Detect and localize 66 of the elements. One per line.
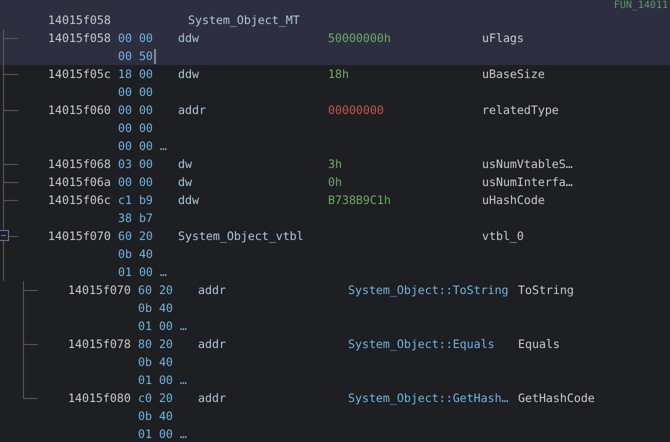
address: 14015f080 [68, 390, 131, 407]
byte-values: 0b 40 [138, 354, 173, 371]
byte-values: 00 00 [118, 120, 153, 137]
field-name: vtbl_0 [482, 228, 524, 245]
field-name: Equals [518, 336, 560, 353]
mnemonic: ddw [178, 192, 199, 209]
byte-values: 80 20 [138, 336, 173, 353]
mnemonic: addr [198, 390, 226, 407]
operand-value: B738B9C1h [328, 192, 391, 209]
field-name: uFlags [482, 30, 524, 47]
address: 14015f070 [48, 228, 111, 245]
byte-values: 00 00 [118, 174, 153, 191]
field-name: GetHashCode [518, 390, 595, 407]
field-name: relatedType [482, 102, 559, 119]
mnemonic: System_Object_vtbl [178, 228, 304, 245]
byte-values: 0b 40 [118, 246, 153, 263]
address: 14015f06a [48, 174, 111, 191]
address: 14015f058 [48, 12, 111, 29]
byte-values: 01 00 … [118, 264, 167, 281]
byte-values: c0 20 [138, 390, 173, 407]
operand-value: 18h [328, 66, 349, 83]
byte-values: 0b 40 [138, 408, 173, 425]
operand-value: 00000000 [328, 102, 384, 119]
byte-values: 00 00 … [118, 138, 167, 155]
byte-values: 0b 40 [138, 300, 173, 317]
mnemonic: dw [178, 174, 192, 191]
mnemonic: ddw [178, 30, 199, 47]
byte-values: 38 b7 [118, 210, 153, 227]
field-name: usNumInterfa… [482, 174, 573, 191]
address: 14015f068 [48, 156, 111, 173]
mnemonic: ddw [178, 66, 199, 83]
address: 14015f06c [48, 192, 111, 209]
function-label: FUN_14011 [614, 0, 668, 11]
address: 14015f078 [68, 336, 131, 353]
byte-values: 60 20 [118, 228, 153, 245]
operand-value[interactable]: System_Object::ToString [348, 281, 509, 299]
byte-values: 01 00 … [138, 372, 187, 389]
address: 14015f058 [48, 30, 111, 47]
byte-values: 01 00 … [138, 318, 187, 335]
byte-values: 60 20 [138, 282, 173, 299]
operand-value: 50000000h [328, 30, 391, 47]
data-label: System_Object_MT [188, 12, 300, 29]
mnemonic: addr [198, 336, 226, 353]
mnemonic: dw [178, 156, 192, 173]
byte-values: 00 00 [118, 30, 153, 47]
byte-values: 18 00 [118, 66, 153, 83]
mnemonic: addr [178, 102, 206, 119]
field-name: ToString [518, 282, 574, 299]
byte-values: 03 00 [118, 156, 153, 173]
byte-values: 00 00 [118, 84, 153, 101]
mnemonic: addr [198, 282, 226, 299]
operand-value[interactable]: System_Object::Equals [348, 335, 495, 353]
byte-values: 00 00 [118, 102, 153, 119]
byte-values: 01 00 … [138, 426, 187, 442]
byte-values: c1 b9 [118, 192, 153, 209]
address: 14015f05c [48, 66, 111, 83]
field-name: uBaseSize [482, 66, 545, 83]
operand-value[interactable]: System_Object::GetHash… [348, 389, 509, 407]
field-name: uHashCode [482, 192, 545, 209]
field-name: usNumVtableS… [482, 156, 573, 173]
operand-value: 3h [328, 156, 342, 173]
collapse-icon[interactable] [0, 230, 9, 241]
address: 14015f070 [68, 282, 131, 299]
byte-values: 00 50 [118, 47, 153, 65]
operand-value: 0h [328, 174, 342, 191]
address: 14015f060 [48, 102, 111, 119]
